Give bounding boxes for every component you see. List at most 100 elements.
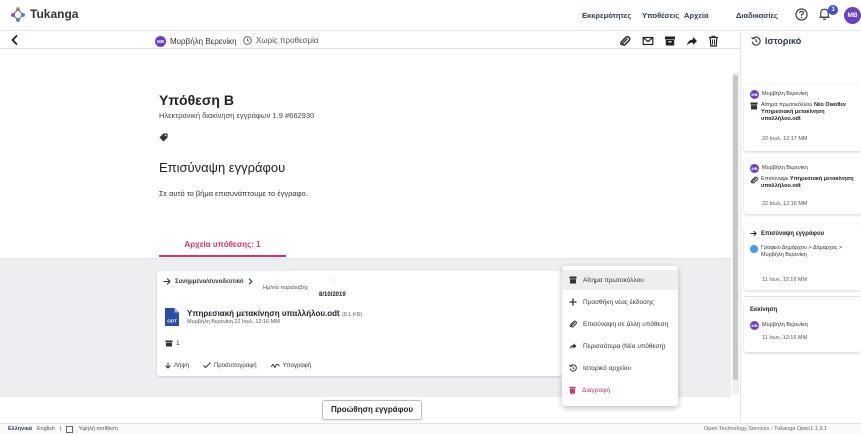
history-step-name: Επισύναψη εγγράφου xyxy=(761,230,825,237)
lang-english-link[interactable]: English xyxy=(37,426,55,432)
nav-cases[interactable]: Υποθέσεις xyxy=(642,11,679,20)
download-arrow-icon xyxy=(165,362,171,369)
nav-files[interactable]: Αρχεία xyxy=(684,11,709,20)
linked-label: Συνημμένο/συνοδευτικό xyxy=(175,278,244,285)
history-icon xyxy=(751,36,761,46)
paperclip-icon xyxy=(569,320,577,328)
menu-item-label: Αίτημα πρωτοκόλλου xyxy=(583,276,644,284)
trash-icon xyxy=(709,35,718,47)
mail-icon xyxy=(642,36,654,46)
history-avatar: MB xyxy=(750,321,759,330)
history-time: 11 Ιουν, 12:16 ΜΜ xyxy=(762,335,808,341)
app-logo[interactable]: Tukanga xyxy=(10,6,78,22)
history-route-text: Γραφείο Δημάρχου > Δήμαρχος > Μυρβήλη Βε… xyxy=(761,245,843,258)
top-bar: Tukanga Εκκρεμότητες Υποθέσεις Αρχεία Δι… xyxy=(0,0,861,31)
case-tag-button[interactable] xyxy=(159,133,168,142)
history-action-text: Αίτημα πρωτοκόλλου Νέο Οικοθεν Υπηρεσιακ… xyxy=(761,102,855,123)
assignee-avatar: MB xyxy=(155,36,166,47)
history-user-name: Μυρβήλη Βερενίκη xyxy=(762,91,808,97)
odt-file-icon: ODT xyxy=(164,307,180,327)
archive-button[interactable] xyxy=(664,35,676,47)
history-step-entry: Επισύναψη εγγράφου Γραφείο Δημάρχου > Δή… xyxy=(744,224,861,290)
sign-button[interactable]: Υπογραφή xyxy=(270,362,312,369)
trash-icon xyxy=(569,386,576,394)
forward-button[interactable] xyxy=(686,35,698,47)
file-size: (8.1 KB) xyxy=(341,312,363,318)
received-date-label: Ημ/νία παραλαβής xyxy=(263,285,309,291)
history-step-entry: Εκκίνηση MB Μυρβήλη Βερενίκη 11 Ιουν, 12… xyxy=(744,300,861,352)
tag-icon xyxy=(159,133,168,142)
presign-label: Προσυπογραφή xyxy=(213,362,257,369)
case-subtitle: Ηλεκτρονική διακίνηση εγγράφων 1.9 #6629… xyxy=(159,111,315,120)
arrow-right-icon xyxy=(163,278,171,285)
file-copies: 1 xyxy=(165,340,180,347)
assignee[interactable]: MB Μυρβήλη Βερενίκη xyxy=(155,36,237,47)
sign-label: Υπογραφή xyxy=(282,362,312,369)
menu-delete[interactable]: Διαγραφή xyxy=(562,380,678,400)
plus-icon xyxy=(569,298,577,306)
history-avatar: MB xyxy=(750,90,759,99)
history-entry: MB Μυρβήλη Βερενίκη Επισύναψε Υπηρεσιακή… xyxy=(744,159,861,214)
archive-icon xyxy=(165,340,173,347)
main-scrollbar-thumb[interactable] xyxy=(733,75,738,380)
history-route: Γραφείο Δημάρχου > Δήμαρχος > Μυρβήλη Βε… xyxy=(750,245,855,259)
archive-icon xyxy=(750,102,758,110)
file-name-link[interactable]: Υπηρεσιακή μετακίνηση υπαλλήλου.odt (8.1… xyxy=(187,309,362,318)
attach-button[interactable] xyxy=(619,35,631,47)
step-description: Σε αυτό το βήμα επισυνάπτουμε το έγγραφο… xyxy=(159,189,308,198)
history-time: 11 Ιουν, 12:16 ΜΜ xyxy=(762,277,808,283)
deadline-text: Χωρίς προθεσμία xyxy=(256,36,319,45)
tab-case-files[interactable]: Αρχεία υπόθεσης: 1 xyxy=(159,240,286,257)
menu-file-history[interactable]: Ιστορικό αρχείου xyxy=(562,358,678,378)
history-user: MB Μυρβήλη Βερενίκη xyxy=(750,321,808,330)
subbar-divider xyxy=(0,48,740,49)
department-icon xyxy=(750,245,758,253)
svg-text:ODT: ODT xyxy=(167,319,177,324)
case-title: Υπόθεση Β xyxy=(159,92,234,108)
help-button[interactable] xyxy=(795,8,808,21)
file-actions: Λήψη Προσυπογραφή Υπογραφή xyxy=(165,362,311,369)
deadline[interactable]: Χωρίς προθεσμία xyxy=(243,36,318,45)
step-title: Επισύναψη εγγράφου xyxy=(159,160,286,175)
chevron-right-icon xyxy=(248,278,253,285)
lang-greek-link[interactable]: Ελληνικά xyxy=(8,426,32,432)
linked-link[interactable]: Συνημμένο/συνοδευτικό xyxy=(163,278,253,285)
file-card[interactable]: Συνημμένο/συνοδευτικό Ημ/νία παραλαβής :… xyxy=(157,271,562,376)
chevron-left-icon xyxy=(11,34,18,46)
footer-separator: | xyxy=(60,426,62,432)
history-action-text: Επισύναψε Υπηρεσιακή μετακίνηση υπαλλήλο… xyxy=(761,176,855,190)
history-user: MB Μυρβήλη Βερενίκη xyxy=(750,90,808,99)
delete-button[interactable] xyxy=(708,35,719,47)
history-action-prefix: Επισύναψε xyxy=(761,176,789,182)
download-button[interactable]: Λήψη xyxy=(165,362,189,369)
high-contrast-checkbox[interactable] xyxy=(66,425,74,433)
share-arrow-icon xyxy=(687,37,697,46)
panel-divider xyxy=(740,31,741,423)
clock-icon xyxy=(243,36,252,45)
footer-controls: Ελληνικά English | Υψηλή αντίθεση xyxy=(8,425,118,433)
history-avatar: MB xyxy=(750,164,759,173)
menu-add-version[interactable]: Προσθήκη νέας έκδοσης xyxy=(562,292,678,312)
share-arrow-icon xyxy=(569,343,577,350)
tukanga-logo-icon xyxy=(11,7,25,22)
nav-procedures[interactable]: Διαδικασίες xyxy=(736,11,778,20)
user-avatar[interactable]: MB xyxy=(844,7,861,24)
menu-item-label: Περισσότερα (Νέα υπόθεση) xyxy=(583,342,666,350)
history-title: Ιστορικό xyxy=(751,36,801,46)
history-title-text: Ιστορικό xyxy=(765,36,802,46)
app-name: Tukanga xyxy=(30,7,79,21)
copies-count: 1 xyxy=(176,340,180,347)
email-button[interactable] xyxy=(642,35,654,47)
menu-protocol-request[interactable]: Αίτημα πρωτοκόλλου xyxy=(562,270,678,290)
menu-attach-other-case[interactable]: Επισύναψη σε άλλη υπόθεση xyxy=(562,314,678,334)
forward-document-button[interactable]: Προώθηση εγγράφου xyxy=(322,400,422,420)
history-user-name: Μυρβήλη Βερενίκη xyxy=(762,322,808,328)
signature-icon xyxy=(270,363,280,368)
file-name: Υπηρεσιακή μετακίνηση υπαλλήλου.odt xyxy=(187,309,340,318)
history-entry: MB Μυρβήλη Βερενίκη Αίτημα πρωτοκόλλου Ν… xyxy=(744,85,861,151)
back-button[interactable] xyxy=(9,34,21,46)
presign-button[interactable]: Προσυπογραφή xyxy=(203,362,257,369)
nav-pending[interactable]: Εκκρεμότητες xyxy=(582,11,631,20)
menu-more-new-case[interactable]: Περισσότερα (Νέα υπόθεση) xyxy=(562,336,678,356)
history-action-prefix: Αίτημα πρωτοκόλλου xyxy=(761,102,813,108)
